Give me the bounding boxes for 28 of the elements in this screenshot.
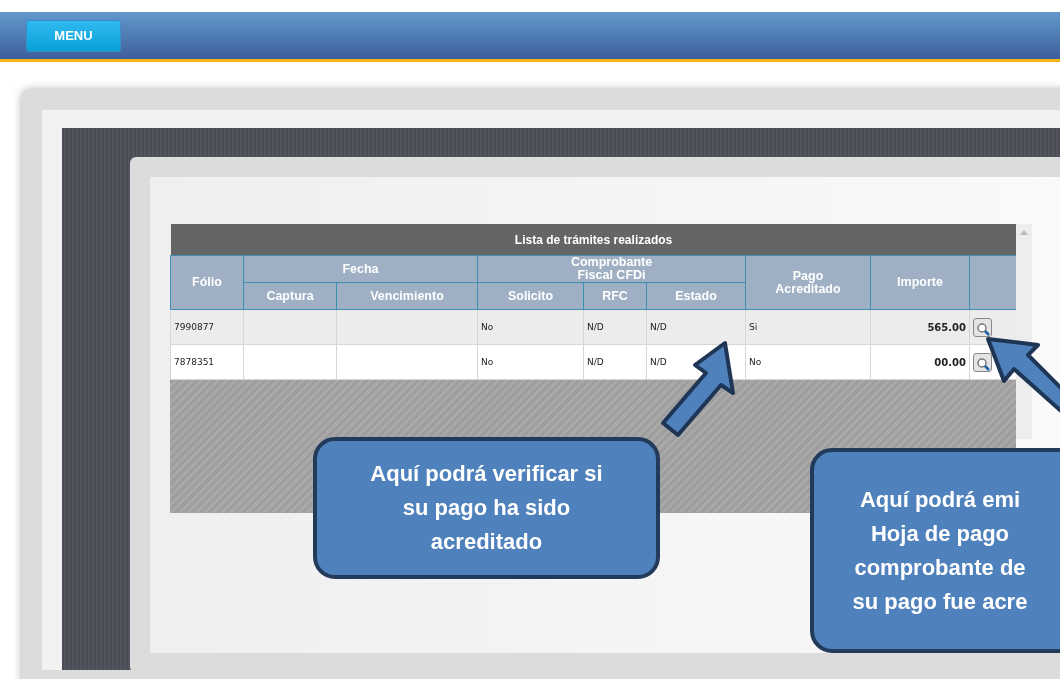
column-header: RFC	[602, 288, 628, 303]
column-header: Vencimiento	[370, 288, 444, 303]
table-cell: No	[481, 357, 494, 368]
table-cell: No	[481, 322, 494, 333]
table-cell: Si	[749, 322, 758, 333]
column-header: Fólio	[192, 276, 222, 290]
search-button[interactable]	[973, 352, 992, 372]
table-cell: 7878351	[174, 357, 215, 368]
column-header: Pago Acreditado	[774, 269, 842, 296]
table-cell: 00.00	[934, 356, 966, 368]
table-cell: 7990877	[174, 322, 215, 333]
search-button[interactable]	[973, 317, 992, 337]
callout-text: Aquí podrá verificar si su pago ha sido acreditado	[370, 460, 603, 556]
column-header: Solicito	[507, 288, 554, 303]
table-cell: N/D	[587, 322, 604, 333]
column-header: Captura	[266, 288, 314, 303]
table-cell: N/D	[650, 322, 667, 333]
column-header: Importe	[897, 276, 943, 290]
column-header: Comprobante Fiscal CFDi	[569, 256, 654, 283]
table-cell: 565.00	[927, 321, 966, 333]
table-cell: N/D	[587, 357, 604, 368]
table-cell: N/D	[650, 357, 667, 368]
column-header: Fecha	[342, 262, 379, 276]
table-cell: No	[749, 357, 762, 368]
column-header: Estado	[675, 288, 717, 303]
table-title: Lista de trámites realizados	[514, 232, 673, 247]
callout-text: Aquí podrá emi Hoja de pago comprobante de su pago fue acre	[852, 485, 1028, 616]
menu-button[interactable]: MENU	[26, 19, 121, 52]
